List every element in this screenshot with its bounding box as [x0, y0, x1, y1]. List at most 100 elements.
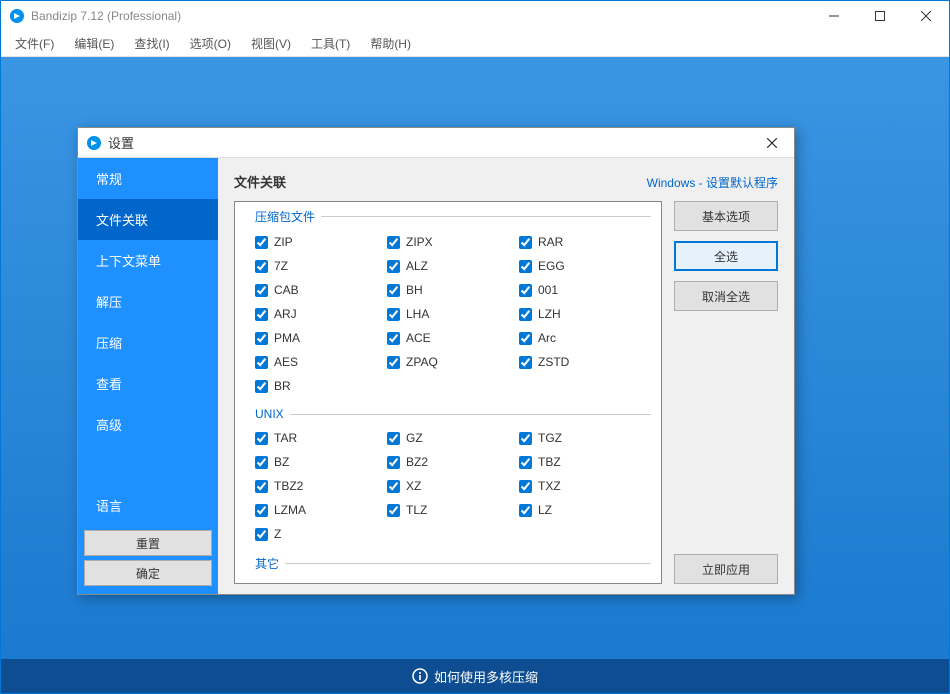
checkbox-input[interactable]: [519, 504, 532, 517]
dialog-close-button[interactable]: [750, 128, 794, 157]
sidebar-item-view[interactable]: 查看: [78, 363, 218, 404]
checkbox-lzma[interactable]: LZMA: [255, 499, 387, 521]
menu-edit[interactable]: 编辑(E): [64, 32, 124, 55]
checkbox-apk[interactable]: APK: [519, 578, 651, 583]
checkbox-pma[interactable]: PMA: [255, 327, 387, 349]
checkbox-tbz[interactable]: TBZ: [519, 451, 651, 473]
checkbox-input[interactable]: [255, 380, 268, 393]
select-all-button[interactable]: 全选: [674, 241, 778, 271]
checkbox-bz2[interactable]: BZ2: [387, 451, 519, 473]
checkbox-zpaq[interactable]: ZPAQ: [387, 351, 519, 373]
checkbox-input[interactable]: [519, 480, 532, 493]
checkbox-cab[interactable]: CAB: [255, 279, 387, 301]
checkbox-input[interactable]: [255, 504, 268, 517]
checkbox-bh[interactable]: BH: [387, 279, 519, 301]
checkbox-input[interactable]: [387, 480, 400, 493]
checkbox-txz[interactable]: TXZ: [519, 475, 651, 497]
checkbox-input[interactable]: [519, 308, 532, 321]
minimize-button[interactable]: [811, 1, 857, 31]
menu-tools[interactable]: 工具(T): [301, 32, 360, 55]
checkbox-arc[interactable]: Arc: [519, 327, 651, 349]
checkbox-input[interactable]: [255, 583, 268, 584]
checkbox-z[interactable]: Z: [255, 523, 387, 545]
sidebar-item-compress[interactable]: 压缩: [78, 322, 218, 363]
basic-options-button[interactable]: 基本选项: [674, 201, 778, 231]
checkbox-input[interactable]: [255, 332, 268, 345]
checkbox-xz[interactable]: XZ: [387, 475, 519, 497]
checkbox-lha[interactable]: LHA: [387, 303, 519, 325]
close-button[interactable]: [903, 1, 949, 31]
deselect-all-button[interactable]: 取消全选: [674, 281, 778, 311]
checkbox-input[interactable]: [519, 456, 532, 469]
dialog-title: 设置: [108, 133, 750, 152]
checkbox-input[interactable]: [255, 528, 268, 541]
checkbox-input[interactable]: [387, 456, 400, 469]
checkbox-input[interactable]: [387, 260, 400, 273]
checkbox-input[interactable]: [519, 356, 532, 369]
sidebar-item-extract[interactable]: 解压: [78, 281, 218, 322]
checkbox-input[interactable]: [255, 480, 268, 493]
checkbox-input[interactable]: [519, 236, 532, 249]
menu-options[interactable]: 选项(O): [180, 32, 241, 55]
checkbox-rar[interactable]: RAR: [519, 231, 651, 253]
apply-now-button[interactable]: 立即应用: [674, 554, 778, 584]
checkbox-input[interactable]: [387, 504, 400, 517]
checkbox-input[interactable]: [519, 583, 532, 584]
checkbox-br[interactable]: BR: [255, 375, 387, 397]
window-title: Bandizip 7.12 (Professional): [31, 9, 811, 23]
checkbox-war[interactable]: WAR: [387, 578, 519, 583]
checkbox-arj[interactable]: ARJ: [255, 303, 387, 325]
checkbox-input[interactable]: [387, 332, 400, 345]
checkbox-ace[interactable]: ACE: [387, 327, 519, 349]
file-assoc-scroll[interactable]: 压缩包文件ZIPZIPXRAR7ZALZEGGCABBH001ARJLHALZH…: [235, 202, 661, 583]
checkbox-input[interactable]: [255, 356, 268, 369]
checkbox-input[interactable]: [519, 260, 532, 273]
checkbox-alz[interactable]: ALZ: [387, 255, 519, 277]
sidebar-item-language[interactable]: 语言: [78, 485, 218, 526]
menu-file[interactable]: 文件(F): [5, 32, 64, 55]
checkbox-input[interactable]: [255, 308, 268, 321]
menu-find[interactable]: 查找(I): [124, 32, 179, 55]
menu-help[interactable]: 帮助(H): [360, 32, 421, 55]
checkbox-tar[interactable]: TAR: [255, 427, 387, 449]
menu-view[interactable]: 视图(V): [241, 32, 301, 55]
checkbox-zstd[interactable]: ZSTD: [519, 351, 651, 373]
checkbox-input[interactable]: [255, 284, 268, 297]
sidebar-item-file-assoc[interactable]: 文件关联: [78, 199, 218, 240]
checkbox-input[interactable]: [387, 284, 400, 297]
statusbar[interactable]: 如何使用多核压缩: [1, 659, 949, 693]
ok-button[interactable]: 确定: [84, 560, 212, 586]
sidebar-item-context-menu[interactable]: 上下文菜单: [78, 240, 218, 281]
checkbox-input[interactable]: [519, 432, 532, 445]
windows-default-link[interactable]: Windows - 设置默认程序: [647, 174, 778, 191]
checkbox-egg[interactable]: EGG: [519, 255, 651, 277]
checkbox-jar[interactable]: JAR: [255, 578, 387, 583]
checkbox-lzh[interactable]: LZH: [519, 303, 651, 325]
checkbox-zipx[interactable]: ZIPX: [387, 231, 519, 253]
checkbox-input[interactable]: [255, 456, 268, 469]
checkbox-gz[interactable]: GZ: [387, 427, 519, 449]
sidebar-item-advanced[interactable]: 高级: [78, 404, 218, 445]
checkbox-zip[interactable]: ZIP: [255, 231, 387, 253]
checkbox-001[interactable]: 001: [519, 279, 651, 301]
checkbox-input[interactable]: [519, 284, 532, 297]
sidebar-item-general[interactable]: 常规: [78, 158, 218, 199]
reset-button[interactable]: 重置: [84, 530, 212, 556]
checkbox-input[interactable]: [255, 260, 268, 273]
maximize-button[interactable]: [857, 1, 903, 31]
checkbox-lz[interactable]: LZ: [519, 499, 651, 521]
checkbox-input[interactable]: [387, 432, 400, 445]
checkbox-tgz[interactable]: TGZ: [519, 427, 651, 449]
checkbox-tbz2[interactable]: TBZ2: [255, 475, 387, 497]
checkbox-input[interactable]: [387, 308, 400, 321]
checkbox-bz[interactable]: BZ: [255, 451, 387, 473]
checkbox-input[interactable]: [255, 236, 268, 249]
checkbox-input[interactable]: [387, 356, 400, 369]
checkbox-aes[interactable]: AES: [255, 351, 387, 373]
checkbox-input[interactable]: [387, 583, 400, 584]
checkbox-input[interactable]: [255, 432, 268, 445]
checkbox-input[interactable]: [519, 332, 532, 345]
checkbox-input[interactable]: [387, 236, 400, 249]
checkbox-tlz[interactable]: TLZ: [387, 499, 519, 521]
checkbox-7z[interactable]: 7Z: [255, 255, 387, 277]
